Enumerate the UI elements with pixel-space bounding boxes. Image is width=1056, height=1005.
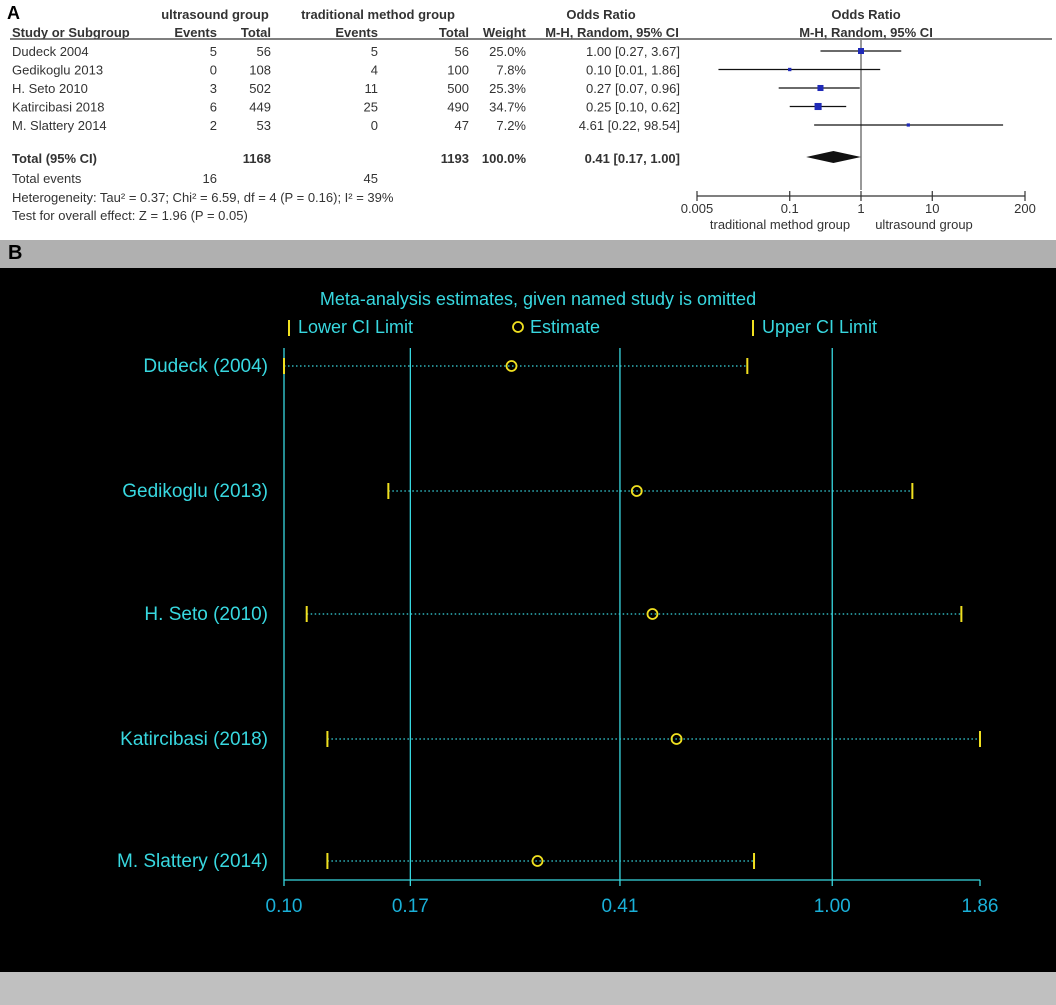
- sensitivity-plot-marks: 0.10 0.17 0.41 1.00 1.86 Dudeck (2004) Gedikog…: [117, 348, 998, 917]
- point-estimate: [788, 67, 792, 72]
- events-exp: 5: [210, 44, 217, 59]
- x-tick-label: 0.17: [392, 896, 429, 917]
- col-events-exp: Events: [174, 25, 217, 40]
- odds-ratio-ci: 0.10 [0.01, 1.86]: [586, 63, 680, 78]
- study-name: Dudeck 2004: [12, 44, 89, 59]
- col-total-exp: Total: [241, 25, 271, 40]
- total-n-exp: 1168: [243, 151, 271, 166]
- total-events-ctrl: 45: [364, 171, 378, 186]
- col-study: Study or Subgroup: [12, 25, 130, 40]
- x-tick-label: 200: [1014, 201, 1036, 216]
- col-events-ctrl: Events: [335, 25, 378, 40]
- events-ctrl: 5: [371, 44, 378, 59]
- events-ctrl: 0: [371, 118, 378, 133]
- legend-upper-label: Upper CI Limit: [762, 317, 877, 337]
- favours-left: traditional method group: [710, 217, 850, 232]
- total-ctrl: 490: [447, 100, 469, 115]
- total-ctrl: 500: [447, 81, 469, 96]
- total-events-label: Total events: [12, 171, 82, 186]
- x-tick-label: 0.1: [781, 201, 799, 216]
- odds-ratio-ci: 4.61 [0.22, 98.54]: [579, 118, 680, 133]
- point-estimate: [858, 48, 864, 54]
- total-exp: 502: [249, 81, 271, 96]
- study-label: Katircibasi (2018): [120, 729, 268, 750]
- panel-b-header-bar: B: [0, 240, 1056, 268]
- weight: 25.3%: [489, 81, 526, 96]
- total-weight: 100.0%: [482, 151, 527, 166]
- weight: 34.7%: [489, 100, 526, 115]
- study-name: M. Slattery 2014: [12, 118, 107, 133]
- pooled-diamond: [806, 151, 861, 163]
- total-exp: 108: [249, 63, 271, 78]
- study-label: H. Seto (2010): [144, 604, 268, 625]
- weight: 25.0%: [489, 44, 526, 59]
- estimate-marker: [531, 855, 544, 867]
- total-events-exp: 16: [203, 171, 217, 186]
- events-exp: 2: [210, 118, 217, 133]
- header-ultrasound-group: ultrasound group: [161, 7, 269, 22]
- events-ctrl: 25: [364, 100, 378, 115]
- heterogeneity-text: Heterogeneity: Tau² = 0.37; Chi² = 6.59,…: [12, 190, 394, 205]
- total-n-ctrl: 1193: [441, 151, 469, 166]
- panel-b: Meta-analysis estimates, given named stu…: [0, 268, 1056, 972]
- point-estimate: [814, 102, 822, 111]
- header-or-plot: Odds Ratio: [831, 7, 900, 22]
- events-exp: 0: [210, 63, 217, 78]
- x-tick-label: 1: [857, 201, 864, 216]
- total-exp: 56: [257, 44, 271, 59]
- odds-ratio-ci: 0.27 [0.07, 0.96]: [586, 81, 680, 96]
- col-ci-table: M-H, Random, 95% CI: [545, 25, 679, 40]
- total-exp: 449: [249, 100, 271, 115]
- x-tick-label: 1.86: [962, 896, 999, 917]
- legend-estimate-label: Estimate: [530, 317, 600, 337]
- study-label: Gedikoglu (2013): [122, 481, 268, 502]
- panel-a-label: A: [7, 3, 20, 23]
- legend-estimate-marker: [512, 321, 524, 333]
- weight: 7.8%: [496, 63, 526, 78]
- legend-lower-label: Lower CI Limit: [298, 317, 413, 337]
- study-label: M. Slattery (2014): [117, 851, 268, 872]
- events-exp: 3: [210, 81, 217, 96]
- panel-b-title: Meta-analysis estimates, given named stu…: [320, 289, 756, 309]
- events-ctrl: 4: [371, 63, 378, 78]
- forest-plot-a: A ultrasound group traditional method gr…: [7, 3, 1052, 232]
- panel-a: A ultrasound group traditional method gr…: [0, 0, 1056, 240]
- forest-plot-marks: 0.005 0.1 1 10 200: [681, 40, 1036, 216]
- odds-ratio-ci: 0.25 [0.10, 0.62]: [586, 100, 680, 115]
- x-tick-label: 0.10: [266, 896, 303, 917]
- total-exp: 53: [257, 118, 271, 133]
- point-estimate: [906, 123, 910, 127]
- x-tick-label: 10: [925, 201, 939, 216]
- study-name: Gedikoglu 2013: [12, 63, 103, 78]
- favours-right: ultrasound group: [875, 217, 973, 232]
- total-ctrl: 56: [455, 44, 469, 59]
- events-exp: 6: [210, 100, 217, 115]
- events-ctrl: 11: [365, 81, 379, 96]
- bottom-bar: [0, 972, 1056, 1005]
- panel-b-label: B: [8, 242, 23, 264]
- total-label: Total (95% CI): [12, 151, 97, 166]
- header-traditional-group: traditional method group: [301, 7, 455, 22]
- weight: 7.2%: [496, 118, 526, 133]
- header-or-table: Odds Ratio: [566, 7, 635, 22]
- x-tick-label: 0.41: [601, 896, 638, 917]
- overall-effect-text: Test for overall effect: Z = 1.96 (P = 0…: [12, 208, 248, 223]
- col-weight: Weight: [483, 25, 527, 40]
- total-ci: 0.41 [0.17, 1.00]: [585, 151, 680, 166]
- total-ctrl: 47: [455, 118, 469, 133]
- study-label: Dudeck (2004): [143, 356, 268, 377]
- x-tick-label: 1.00: [814, 896, 851, 917]
- point-estimate: [817, 84, 824, 92]
- total-ctrl: 100: [447, 63, 469, 78]
- col-ci-plot: M-H, Random, 95% CI: [799, 25, 933, 40]
- odds-ratio-ci: 1.00 [0.27, 3.67]: [586, 44, 680, 59]
- sensitivity-plot-b: Meta-analysis estimates, given named stu…: [117, 289, 998, 917]
- col-total-ctrl: Total: [439, 25, 469, 40]
- study-name: Katircibasi 2018: [12, 100, 105, 115]
- study-name: H. Seto 2010: [12, 81, 88, 96]
- x-tick-label: 0.005: [681, 201, 714, 216]
- study-table-rows: Dudeck 2004 5 56 5 56 25.0% 1.00 [0.27, 3.67] G…: [12, 44, 680, 133]
